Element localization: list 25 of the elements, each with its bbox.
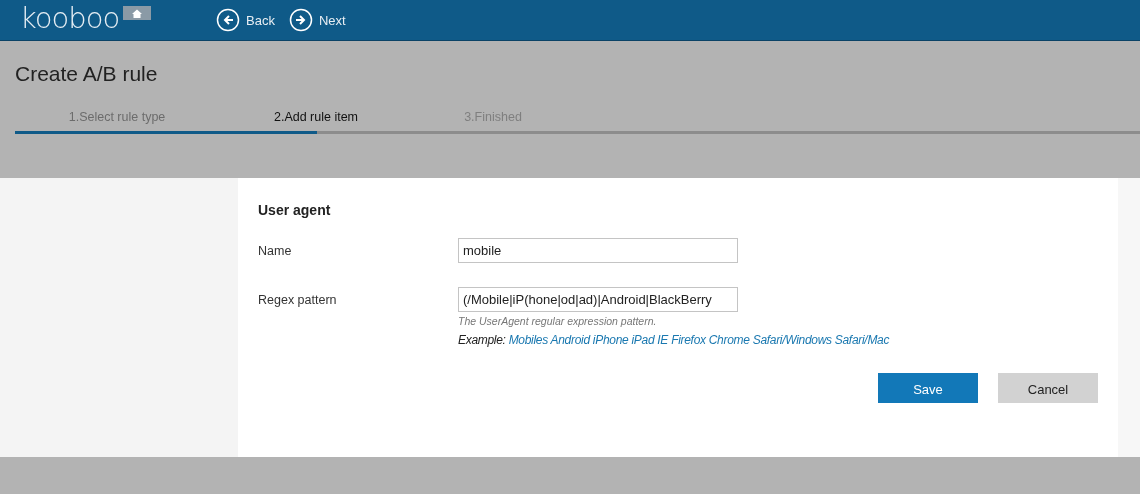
field-label: Name [258, 243, 293, 260]
field-label: Regex pattern [258, 292, 338, 309]
home-icon[interactable] [123, 6, 152, 20]
example-link[interactable]: Chrome [708, 333, 750, 347]
page-title: Create A/B rule [14, 61, 159, 87]
dialog-title: User agent [258, 202, 332, 220]
example-link[interactable]: Android [550, 333, 590, 347]
example-link[interactable]: IE [657, 333, 669, 347]
hint-text: The UserAgent regular expression pattern. [458, 315, 658, 327]
input-field[interactable]: mobile [458, 238, 738, 263]
example-link[interactable]: iPad [631, 333, 655, 347]
cancel-button[interactable]: Cancel [998, 373, 1098, 403]
example-link[interactable]: iPhone [592, 333, 629, 347]
example-label: Example: [458, 333, 506, 347]
step-label[interactable]: 1.Select rule type [15, 110, 219, 128]
input-field[interactable]: (/Mobile|iP(hone|od|ad)|Android|BlackBerry [458, 287, 738, 312]
example-link[interactable]: Safari/Windows [752, 333, 832, 347]
back-link[interactable]: Back [216, 8, 275, 32]
example-link[interactable]: Mobiles [508, 333, 548, 347]
step-label[interactable]: 2.Add rule item [219, 110, 413, 128]
example-link[interactable]: Safari/Mac [834, 333, 890, 347]
next-link[interactable]: Next [288, 8, 346, 32]
save-button[interactable]: Save [878, 373, 978, 403]
example-link[interactable]: Firefox [671, 333, 706, 347]
logo[interactable]: kooboo [20, 0, 120, 38]
